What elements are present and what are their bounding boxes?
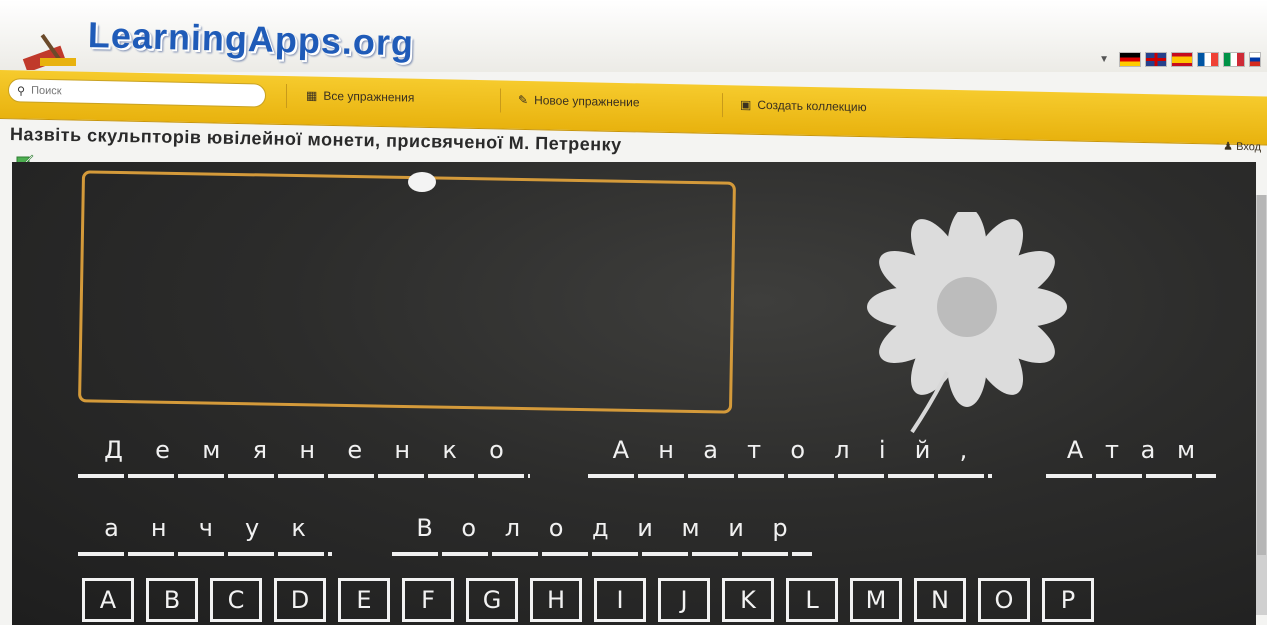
key-c[interactable]: C: [210, 578, 262, 622]
nav-create-collection-label: Создать коллекцию: [757, 97, 867, 115]
letter-tile[interactable]: В: [416, 514, 432, 542]
letter-tile[interactable]: а: [1141, 436, 1156, 464]
letter-tile[interactable]: о: [489, 436, 504, 464]
de-flag-icon[interactable]: [1119, 52, 1141, 67]
word-slot-3[interactable]: А т а м: [1046, 436, 1216, 482]
letter-tile[interactable]: я: [253, 436, 267, 464]
letter-tile[interactable]: и: [637, 514, 653, 542]
letter-tile[interactable]: н: [658, 436, 674, 464]
letter-tile[interactable]: о: [549, 514, 564, 542]
nav-create-collection[interactable]: ▣ Создать коллекцию: [740, 98, 867, 115]
key-g[interactable]: G: [466, 578, 518, 622]
word-slot-2[interactable]: А н а т о л і й ,: [588, 436, 992, 482]
letter-tile[interactable]: о: [790, 436, 805, 464]
letter-tile[interactable]: к: [442, 436, 457, 464]
search-box[interactable]: ⚲: [8, 78, 266, 108]
scrollbar-thumb[interactable]: [1257, 195, 1266, 555]
letter-tile[interactable]: у: [245, 514, 259, 542]
letter-tile[interactable]: е: [347, 436, 362, 464]
login-link[interactable]: ♟ Вход: [1223, 140, 1261, 154]
collection-icon: ▣: [740, 97, 752, 112]
letter-tile[interactable]: м: [1177, 436, 1195, 464]
word-slot-4[interactable]: а н ч у к: [78, 514, 332, 560]
language-selector[interactable]: ▼: [1099, 52, 1261, 67]
letter-tile[interactable]: р: [772, 514, 787, 542]
word-underline: [1046, 474, 1216, 478]
it-flag-icon[interactable]: [1223, 52, 1245, 67]
letter-tile[interactable]: м: [681, 514, 699, 542]
letter-tile[interactable]: а: [703, 436, 718, 464]
letter-tile[interactable]: л: [505, 514, 520, 542]
word-underline: [392, 552, 812, 556]
fr-flag-icon[interactable]: [1197, 52, 1219, 67]
letter-tile[interactable]: Д: [104, 436, 123, 464]
search-input[interactable]: [29, 83, 254, 103]
grid-icon: ▦: [306, 88, 318, 103]
site-logo[interactable]: LearningApps.org: [87, 14, 414, 65]
key-f[interactable]: F: [402, 578, 454, 622]
site-header: LearningApps.org ▼: [0, 0, 1267, 72]
key-n[interactable]: N: [914, 578, 966, 622]
key-d[interactable]: D: [274, 578, 326, 622]
key-l[interactable]: L: [786, 578, 838, 622]
word-underline: [588, 474, 992, 478]
pencil-icon: ✎: [518, 92, 529, 108]
word-slot-1[interactable]: Д е м я н е н к о: [78, 436, 530, 482]
word-underline: [78, 474, 530, 478]
key-p[interactable]: P: [1042, 578, 1094, 622]
letter-tile[interactable]: к: [291, 514, 306, 542]
nav-all-exercises-label: Все упражнения: [323, 88, 415, 105]
drag-handle[interactable]: [408, 172, 436, 192]
search-icon: ⚲: [17, 84, 26, 98]
key-o[interactable]: O: [978, 578, 1030, 622]
nav-new-exercise-label: Новое упражнение: [534, 93, 640, 110]
letter-keyboard: A B C D E F G H I J K L M N O P: [82, 578, 1094, 622]
letter-tile[interactable]: ,: [960, 436, 968, 464]
chalk-flower-image: [867, 212, 1067, 434]
letter-tile[interactable]: А: [613, 436, 629, 464]
letter-tile[interactable]: и: [728, 514, 744, 542]
word-slot-5[interactable]: В о л о д и м и р: [392, 514, 812, 560]
login-label: Вход: [1236, 140, 1261, 154]
letter-tile[interactable]: н: [151, 514, 167, 542]
letter-tile[interactable]: м: [202, 436, 220, 464]
letter-tile[interactable]: т: [1105, 436, 1119, 464]
letter-tile[interactable]: т: [747, 436, 761, 464]
nav-divider: [500, 88, 501, 113]
key-h[interactable]: H: [530, 578, 582, 622]
letter-tile[interactable]: л: [834, 436, 849, 464]
uk-flag-icon[interactable]: [1145, 52, 1167, 67]
chalkboard-area: Д е м я н е н к о А н а т о л і й , А т: [12, 162, 1256, 625]
letter-tile[interactable]: о: [461, 514, 476, 542]
ru-flag-icon[interactable]: [1249, 52, 1261, 67]
key-k[interactable]: K: [722, 578, 774, 622]
key-j[interactable]: J: [658, 578, 710, 622]
nav-new-exercise[interactable]: ✎ Новое упражнение: [518, 93, 640, 110]
key-i[interactable]: I: [594, 578, 646, 622]
nav-divider: [286, 83, 287, 109]
key-b[interactable]: B: [146, 578, 198, 622]
key-a[interactable]: A: [82, 578, 134, 622]
letter-tile[interactable]: н: [394, 436, 410, 464]
chevron-down-icon[interactable]: ▼: [1099, 54, 1109, 65]
letter-tile[interactable]: А: [1067, 436, 1083, 464]
key-m[interactable]: M: [850, 578, 902, 622]
es-flag-icon[interactable]: [1171, 52, 1193, 67]
nav-all-exercises[interactable]: ▦ Все упражнения: [306, 88, 414, 104]
letter-tile[interactable]: й: [915, 436, 931, 464]
answer-box[interactable]: [78, 170, 736, 414]
key-e[interactable]: E: [338, 578, 390, 622]
letter-tile[interactable]: д: [592, 514, 609, 542]
letter-tile[interactable]: е: [155, 436, 170, 464]
letter-tile[interactable]: а: [104, 514, 119, 542]
nav-divider: [722, 93, 723, 118]
word-underline: [78, 552, 332, 556]
letter-tile[interactable]: і: [879, 436, 886, 464]
letter-tile[interactable]: н: [299, 436, 315, 464]
letter-tile[interactable]: ч: [199, 514, 213, 542]
user-icon: ♟: [1223, 140, 1234, 153]
